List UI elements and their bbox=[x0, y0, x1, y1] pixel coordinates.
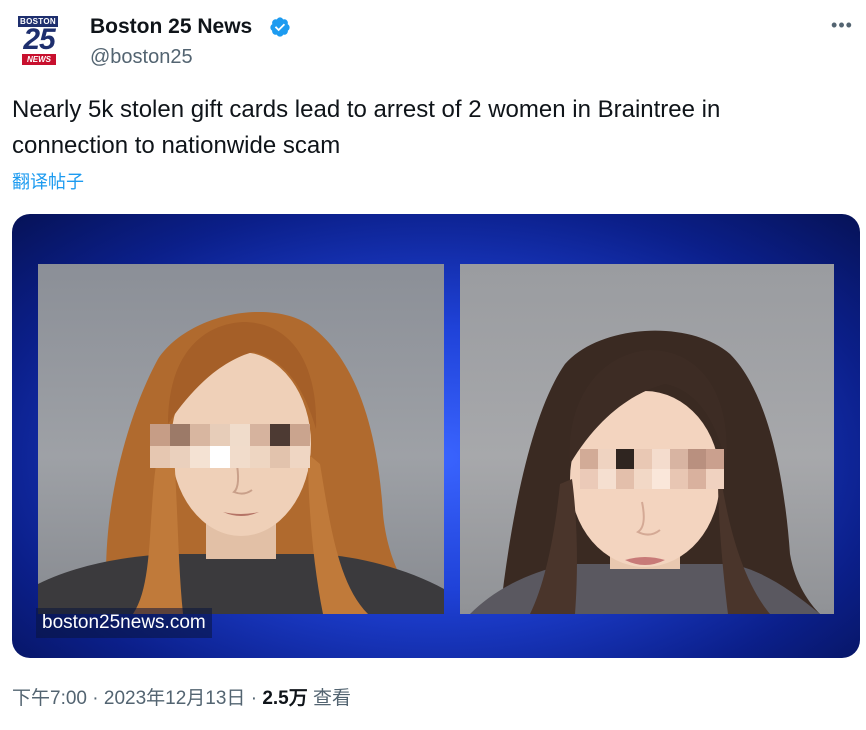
verified-badge-icon bbox=[270, 17, 290, 37]
translate-post-link[interactable]: 翻译帖子 bbox=[12, 170, 84, 194]
meta-separator: · bbox=[86, 688, 104, 709]
account-name[interactable]: Boston 25 News bbox=[90, 14, 252, 40]
logo-number: 25 bbox=[23, 23, 55, 56]
tweet-media-image[interactable]: boston25news.com bbox=[12, 214, 860, 658]
post-date[interactable]: 2023年12月13日 bbox=[104, 688, 246, 709]
account-avatar[interactable]: BOSTON 25 NEWS bbox=[12, 14, 66, 68]
tweet-metadata: 下午7:00 · 2023年12月13日 · 2.5万 查看 bbox=[12, 686, 351, 712]
mugshot-right-image bbox=[460, 264, 834, 614]
account-handle[interactable]: @boston25 bbox=[90, 44, 193, 70]
mugshot-left-image bbox=[38, 264, 444, 614]
views-label: 查看 bbox=[307, 688, 352, 709]
logo-bottom-text: NEWS bbox=[22, 54, 56, 65]
more-options-icon[interactable]: ••• bbox=[828, 16, 856, 38]
source-watermark: boston25news.com bbox=[36, 608, 212, 638]
meta-separator: · bbox=[245, 688, 263, 709]
post-time[interactable]: 下午7:00 bbox=[12, 688, 87, 709]
view-count[interactable]: 2.5万 bbox=[262, 688, 307, 709]
tweet-text: Nearly 5k stolen gift cards lead to arre… bbox=[12, 96, 721, 159]
